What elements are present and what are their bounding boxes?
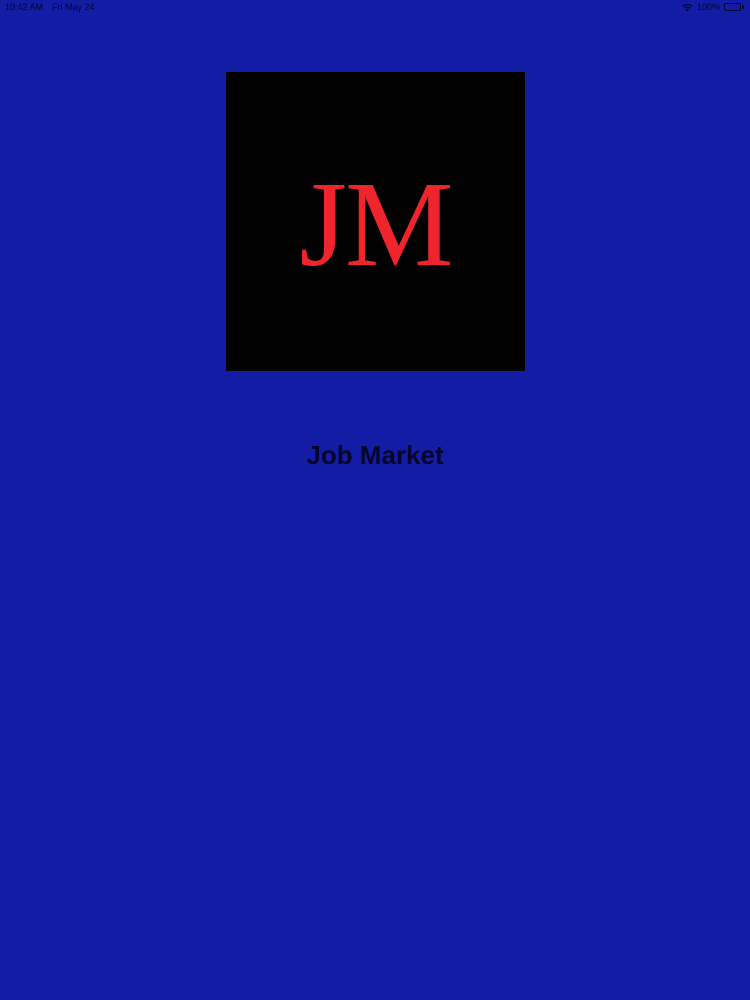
logo-text: JM xyxy=(299,156,454,292)
status-bar: 10:42 AM Fri May 24 100% xyxy=(0,0,750,16)
status-time: 10:42 AM xyxy=(5,2,44,12)
wifi-icon xyxy=(682,3,693,12)
status-left: 10:42 AM Fri May 24 xyxy=(5,2,95,12)
app-title: Job Market xyxy=(306,440,444,470)
battery-full-icon xyxy=(724,3,744,11)
status-right: 100% xyxy=(682,2,744,12)
battery-percent: 100% xyxy=(696,2,720,12)
app-logo: JM xyxy=(226,72,525,371)
status-date: Fri May 24 xyxy=(52,2,95,12)
